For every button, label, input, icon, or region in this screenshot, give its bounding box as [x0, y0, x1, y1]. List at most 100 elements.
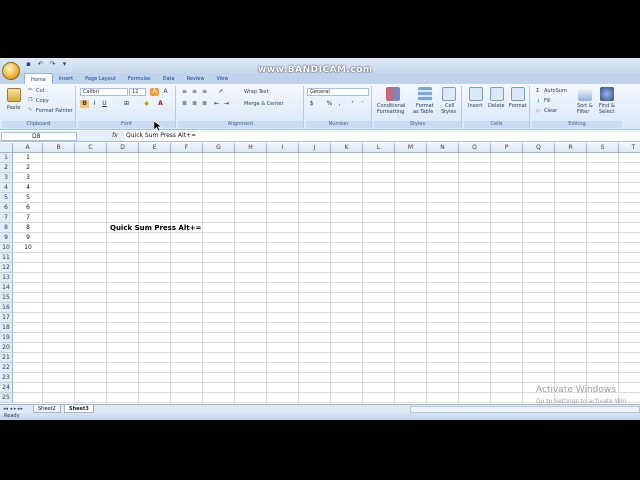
- align-right-icon[interactable]: ≣: [200, 100, 209, 108]
- insert-cells-button[interactable]: Insert: [468, 103, 482, 109]
- cell-a1[interactable]: 1: [13, 153, 43, 163]
- increase-decimal-icon[interactable]: ⁺: [348, 100, 357, 108]
- binoculars-icon[interactable]: [600, 87, 614, 101]
- cell-a5[interactable]: 5: [13, 193, 43, 203]
- column-header-f[interactable]: F: [171, 143, 203, 153]
- column-header-a[interactable]: A: [13, 143, 43, 153]
- tab-review[interactable]: Review: [181, 73, 211, 84]
- align-top-icon[interactable]: ≡: [180, 88, 189, 96]
- redo-icon[interactable]: ↷: [48, 60, 57, 69]
- align-middle-icon[interactable]: ≡: [190, 88, 199, 96]
- cell-a7[interactable]: 7: [13, 213, 43, 223]
- row-header[interactable]: 3: [0, 173, 13, 183]
- column-header-o[interactable]: O: [459, 143, 491, 153]
- save-icon[interactable]: ▪: [24, 60, 33, 69]
- row-header[interactable]: 10: [0, 243, 13, 253]
- cell-a3[interactable]: 3: [13, 173, 43, 183]
- italic-button[interactable]: I: [90, 100, 99, 108]
- increase-font-icon[interactable]: A: [150, 88, 159, 96]
- cell-a8[interactable]: 8: [13, 223, 43, 233]
- delete-cells-button[interactable]: Delete: [488, 103, 504, 109]
- sheet-nav-icon[interactable]: ◂◂ ◂ ▸ ▸▸: [3, 406, 23, 412]
- bold-button[interactable]: B: [80, 100, 89, 108]
- row-header[interactable]: 24: [0, 383, 13, 393]
- wrap-text-button[interactable]: Wrap Text: [244, 89, 269, 95]
- column-header-m[interactable]: M: [395, 143, 427, 153]
- insert-cells-icon[interactable]: [469, 87, 483, 101]
- tab-page-layout[interactable]: Page Layout: [79, 73, 122, 84]
- font-name-combo[interactable]: Calibri: [80, 88, 128, 96]
- column-header-s[interactable]: S: [587, 143, 619, 153]
- formatting-label[interactable]: Formatting: [377, 109, 404, 115]
- name-box[interactable]: D8: [1, 132, 77, 141]
- formula-input[interactable]: Quick Sum Press Alt+=: [124, 132, 640, 141]
- fill-color-icon[interactable]: ◆: [142, 100, 151, 108]
- worksheet-grid[interactable]: ABCDEFGHIJKLMNOPQRST 1 2 3 4 5 6 7 8 9 10 11 12 13 14…: [0, 143, 640, 404]
- select-label[interactable]: Select: [599, 109, 614, 115]
- cell-a10[interactable]: 10: [13, 243, 43, 253]
- styles-label-btn[interactable]: Styles: [441, 109, 456, 115]
- row-header[interactable]: 21: [0, 353, 13, 363]
- column-header-q[interactable]: Q: [523, 143, 555, 153]
- row-header[interactable]: 7: [0, 213, 13, 223]
- cell-styles-icon[interactable]: [442, 87, 456, 101]
- sheet-tab-sheet2[interactable]: Sheet2: [33, 405, 61, 413]
- row-header[interactable]: 8: [0, 223, 13, 233]
- column-header-e[interactable]: E: [139, 143, 171, 153]
- number-format-combo[interactable]: General: [307, 88, 369, 96]
- cell-a2[interactable]: 2: [13, 163, 43, 173]
- column-header-g[interactable]: G: [203, 143, 235, 153]
- tab-view[interactable]: View: [210, 73, 234, 84]
- column-header-l[interactable]: L: [363, 143, 395, 153]
- row-header[interactable]: 2: [0, 163, 13, 173]
- cut-button[interactable]: Cut: [36, 88, 45, 94]
- column-header-n[interactable]: N: [427, 143, 459, 153]
- sort-filter-icon[interactable]: [578, 87, 592, 101]
- column-header-b[interactable]: B: [43, 143, 75, 153]
- row-header[interactable]: 16: [0, 303, 13, 313]
- delete-cells-icon[interactable]: [490, 87, 504, 101]
- conditional-formatting-icon[interactable]: [386, 87, 400, 101]
- customize-icon[interactable]: ▾: [60, 60, 69, 69]
- align-center-icon[interactable]: ≣: [190, 100, 199, 108]
- undo-icon[interactable]: ↶: [36, 60, 45, 69]
- row-header[interactable]: 17: [0, 313, 13, 323]
- format-cells-icon[interactable]: [511, 87, 525, 101]
- row-header[interactable]: 23: [0, 373, 13, 383]
- as-table-label[interactable]: as Table: [413, 109, 433, 115]
- row-header[interactable]: 4: [0, 183, 13, 193]
- copy-button[interactable]: Copy: [36, 98, 49, 104]
- row-header[interactable]: 6: [0, 203, 13, 213]
- paste-button[interactable]: Paste: [7, 105, 21, 111]
- insert-function-button[interactable]: fx: [112, 132, 118, 139]
- increase-indent-icon[interactable]: ⇥: [222, 100, 231, 108]
- currency-button[interactable]: $: [307, 100, 316, 108]
- office-button[interactable]: [2, 62, 20, 80]
- select-all-corner[interactable]: [0, 143, 13, 153]
- row-header[interactable]: 19: [0, 333, 13, 343]
- format-as-table-icon[interactable]: [418, 87, 432, 101]
- align-bottom-icon[interactable]: ≡: [200, 88, 209, 96]
- format-painter-button[interactable]: Format Painter: [36, 108, 73, 114]
- column-header-t[interactable]: T: [619, 143, 640, 153]
- comma-button[interactable]: ,: [335, 100, 344, 108]
- format-cells-button[interactable]: Format: [509, 103, 527, 109]
- column-header-j[interactable]: J: [299, 143, 331, 153]
- clear-button[interactable]: Clear: [544, 108, 557, 114]
- cell-a4[interactable]: 4: [13, 183, 43, 193]
- column-header-r[interactable]: R: [555, 143, 587, 153]
- percent-button[interactable]: %: [325, 100, 334, 108]
- row-header[interactable]: 20: [0, 343, 13, 353]
- row-header[interactable]: 15: [0, 293, 13, 303]
- column-header-p[interactable]: P: [491, 143, 523, 153]
- font-size-combo[interactable]: 12: [129, 88, 146, 96]
- font-color-icon[interactable]: A: [156, 100, 165, 108]
- cell-d8[interactable]: Quick Sum Press Alt+=: [110, 223, 201, 233]
- decrease-indent-icon[interactable]: ⇤: [212, 100, 221, 108]
- row-header[interactable]: 1: [0, 153, 13, 163]
- cell-a6[interactable]: 6: [13, 203, 43, 213]
- row-header[interactable]: 12: [0, 263, 13, 273]
- cell-a9[interactable]: 9: [13, 233, 43, 243]
- merge-center-button[interactable]: Merge & Center: [244, 101, 284, 107]
- column-header-d[interactable]: D: [107, 143, 139, 153]
